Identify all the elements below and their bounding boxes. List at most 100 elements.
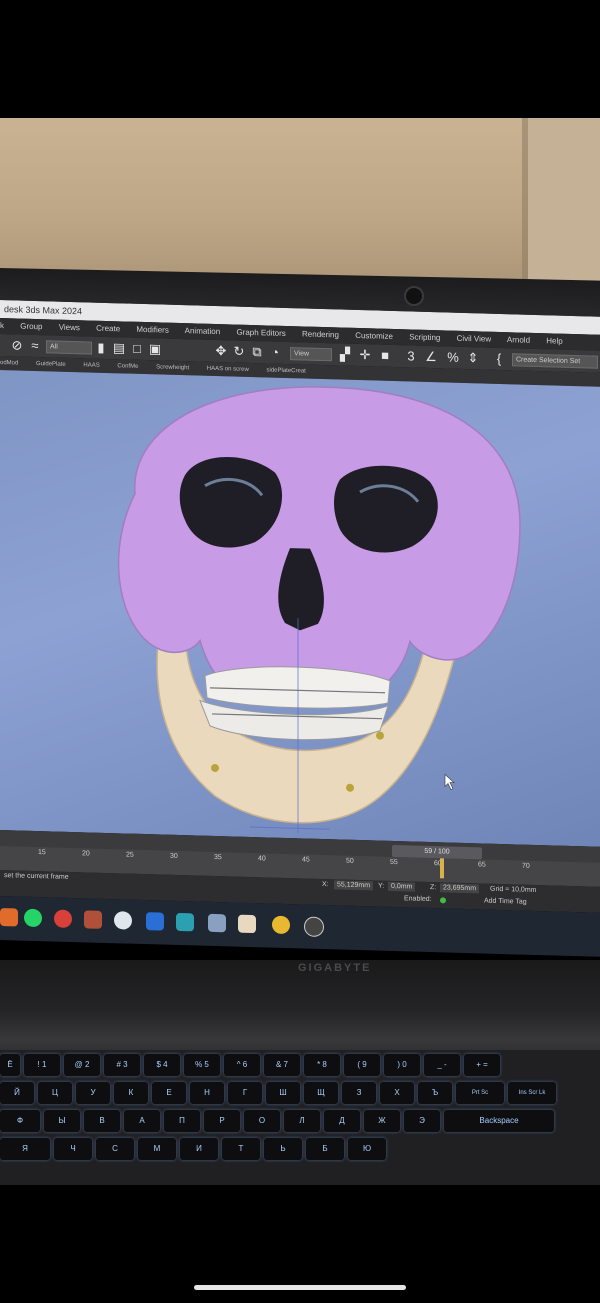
key[interactable]: * 8	[304, 1054, 340, 1076]
app-layers-icon[interactable]	[208, 913, 226, 933]
menu-item-modifiers[interactable]: Modifiers	[136, 325, 168, 335]
key[interactable]: Ë	[0, 1054, 20, 1076]
menu-item-animation[interactable]: Animation	[185, 326, 221, 336]
x-coordinate-field[interactable]: 55,129mm	[334, 880, 374, 891]
move-icon[interactable]: ✥	[214, 343, 228, 358]
selection-filter-dropdown[interactable]: All	[46, 340, 92, 355]
key[interactable]: % 5	[184, 1054, 220, 1076]
key[interactable]: Ц	[38, 1082, 72, 1104]
key[interactable]: ! 1	[24, 1054, 60, 1076]
select-manipulate-icon[interactable]: ✛	[358, 347, 372, 362]
key[interactable]: С	[96, 1138, 134, 1160]
backspace-key[interactable]: Backspace	[444, 1110, 554, 1132]
key[interactable]: У	[76, 1082, 110, 1104]
angle-snap-icon[interactable]: ∠	[424, 349, 438, 364]
menu-item-customize[interactable]: Customize	[355, 331, 393, 341]
chrome-icon[interactable]	[272, 915, 290, 935]
key[interactable]: Л	[284, 1110, 320, 1132]
app-cube-icon[interactable]	[84, 910, 102, 929]
key[interactable]: Н	[190, 1082, 224, 1104]
key[interactable]: П	[164, 1110, 200, 1132]
menu-item-graph-editors[interactable]: Graph Editors	[236, 328, 285, 338]
reference-coordinate-dropdown[interactable]: View	[290, 347, 332, 362]
pivot-icon[interactable]: ▞	[338, 346, 352, 361]
key[interactable]: Т	[222, 1138, 260, 1160]
key[interactable]: Ъ	[418, 1082, 452, 1104]
snaps-toggle-icon[interactable]: 3	[404, 348, 418, 363]
key[interactable]: Ins Scr Lk	[508, 1082, 556, 1104]
menu-item-views[interactable]: Views	[59, 323, 80, 333]
current-frame-marker[interactable]	[440, 858, 444, 879]
key[interactable]: & 7	[264, 1054, 300, 1076]
key[interactable]: Щ	[304, 1082, 338, 1104]
ribbon-item[interactable]: Screwheight	[156, 364, 189, 371]
bind-icon[interactable]: ≈	[28, 338, 42, 353]
add-time-tag-button[interactable]: Add Time Tag	[484, 898, 527, 906]
key[interactable]: Ж	[364, 1110, 400, 1132]
percent-snap-icon[interactable]: %	[446, 349, 460, 364]
ribbon-item[interactable]: HAAS	[83, 362, 99, 368]
menu-item-scripting[interactable]: Scripting	[409, 332, 440, 342]
ribbon-item[interactable]: HAAS on screw	[207, 366, 249, 373]
scale-icon[interactable]: ⧉	[250, 344, 264, 359]
key[interactable]: _ -	[424, 1054, 460, 1076]
home-indicator[interactable]	[194, 1285, 406, 1290]
firefox-icon[interactable]	[0, 908, 18, 927]
y-coordinate-field[interactable]: 0,0mm	[388, 881, 416, 892]
region-select-icon[interactable]: □	[130, 341, 144, 356]
menu-item-arnold[interactable]: Arnold	[507, 335, 530, 345]
link-icon[interactable]: ⊘	[10, 337, 24, 352]
key[interactable]: Е	[152, 1082, 186, 1104]
ribbon-item[interactable]: sidePlateCreat	[266, 367, 305, 374]
key[interactable]: Ч	[54, 1138, 92, 1160]
window-crossing-icon[interactable]: ▣	[148, 341, 162, 356]
key[interactable]: О	[244, 1110, 280, 1132]
key[interactable]: А	[124, 1110, 160, 1132]
key[interactable]: Х	[380, 1082, 414, 1104]
key[interactable]: # 3	[104, 1054, 140, 1076]
key[interactable]: Б	[306, 1138, 344, 1160]
3ds-max-icon[interactable]	[176, 912, 194, 932]
edit-named-selection-icon[interactable]: {	[492, 351, 506, 366]
create-selection-set-dropdown[interactable]: Create Selection Set	[512, 353, 598, 369]
rotate-icon[interactable]: ↻	[232, 344, 246, 359]
key[interactable]: ) 0	[384, 1054, 420, 1076]
app-document-icon[interactable]	[238, 914, 256, 934]
menu-item-create[interactable]: Create	[96, 324, 120, 334]
key[interactable]: Я	[0, 1138, 50, 1160]
keyboard-shortcut-icon[interactable]: ■	[378, 348, 392, 363]
outlook-icon[interactable]	[146, 912, 164, 931]
key[interactable]: Э	[404, 1110, 440, 1132]
enabled-indicator-icon[interactable]	[440, 897, 446, 904]
app-ring-icon[interactable]	[114, 911, 132, 930]
select-object-icon[interactable]: ▮	[94, 340, 108, 355]
key[interactable]: Д	[324, 1110, 360, 1132]
perspective-viewport[interactable]	[0, 370, 600, 847]
menu-item-civil-view[interactable]: Civil View	[457, 334, 492, 344]
whatsapp-icon[interactable]	[24, 908, 42, 928]
key[interactable]: Г	[228, 1082, 262, 1104]
place-icon[interactable]: ◔	[268, 345, 282, 360]
key[interactable]: @ 2	[64, 1054, 100, 1076]
key[interactable]: Й	[0, 1082, 34, 1104]
key[interactable]: ( 9	[344, 1054, 380, 1076]
key[interactable]: И	[180, 1138, 218, 1160]
key[interactable]: $ 4	[144, 1054, 180, 1076]
menu-item[interactable]: k	[0, 321, 4, 330]
key[interactable]: + =	[464, 1054, 500, 1076]
spinner-snap-icon[interactable]: ⇕	[466, 350, 480, 365]
key[interactable]: З	[342, 1082, 376, 1104]
key[interactable]: К	[114, 1082, 148, 1104]
z-coordinate-field[interactable]: 23,695mm	[440, 883, 480, 894]
ribbon-item[interactable]: ConfMe	[117, 363, 138, 370]
key[interactable]: Р	[204, 1110, 240, 1132]
key[interactable]: Ф	[0, 1110, 40, 1132]
key[interactable]: Ш	[266, 1082, 300, 1104]
obs-icon[interactable]	[304, 916, 324, 938]
key[interactable]: Ы	[44, 1110, 80, 1132]
key[interactable]: В	[84, 1110, 120, 1132]
select-by-name-icon[interactable]: ▤	[112, 340, 126, 355]
key[interactable]: Ю	[348, 1138, 386, 1160]
menu-item-group[interactable]: Group	[20, 322, 42, 332]
ribbon-item[interactable]: GuidePlate	[36, 361, 66, 368]
